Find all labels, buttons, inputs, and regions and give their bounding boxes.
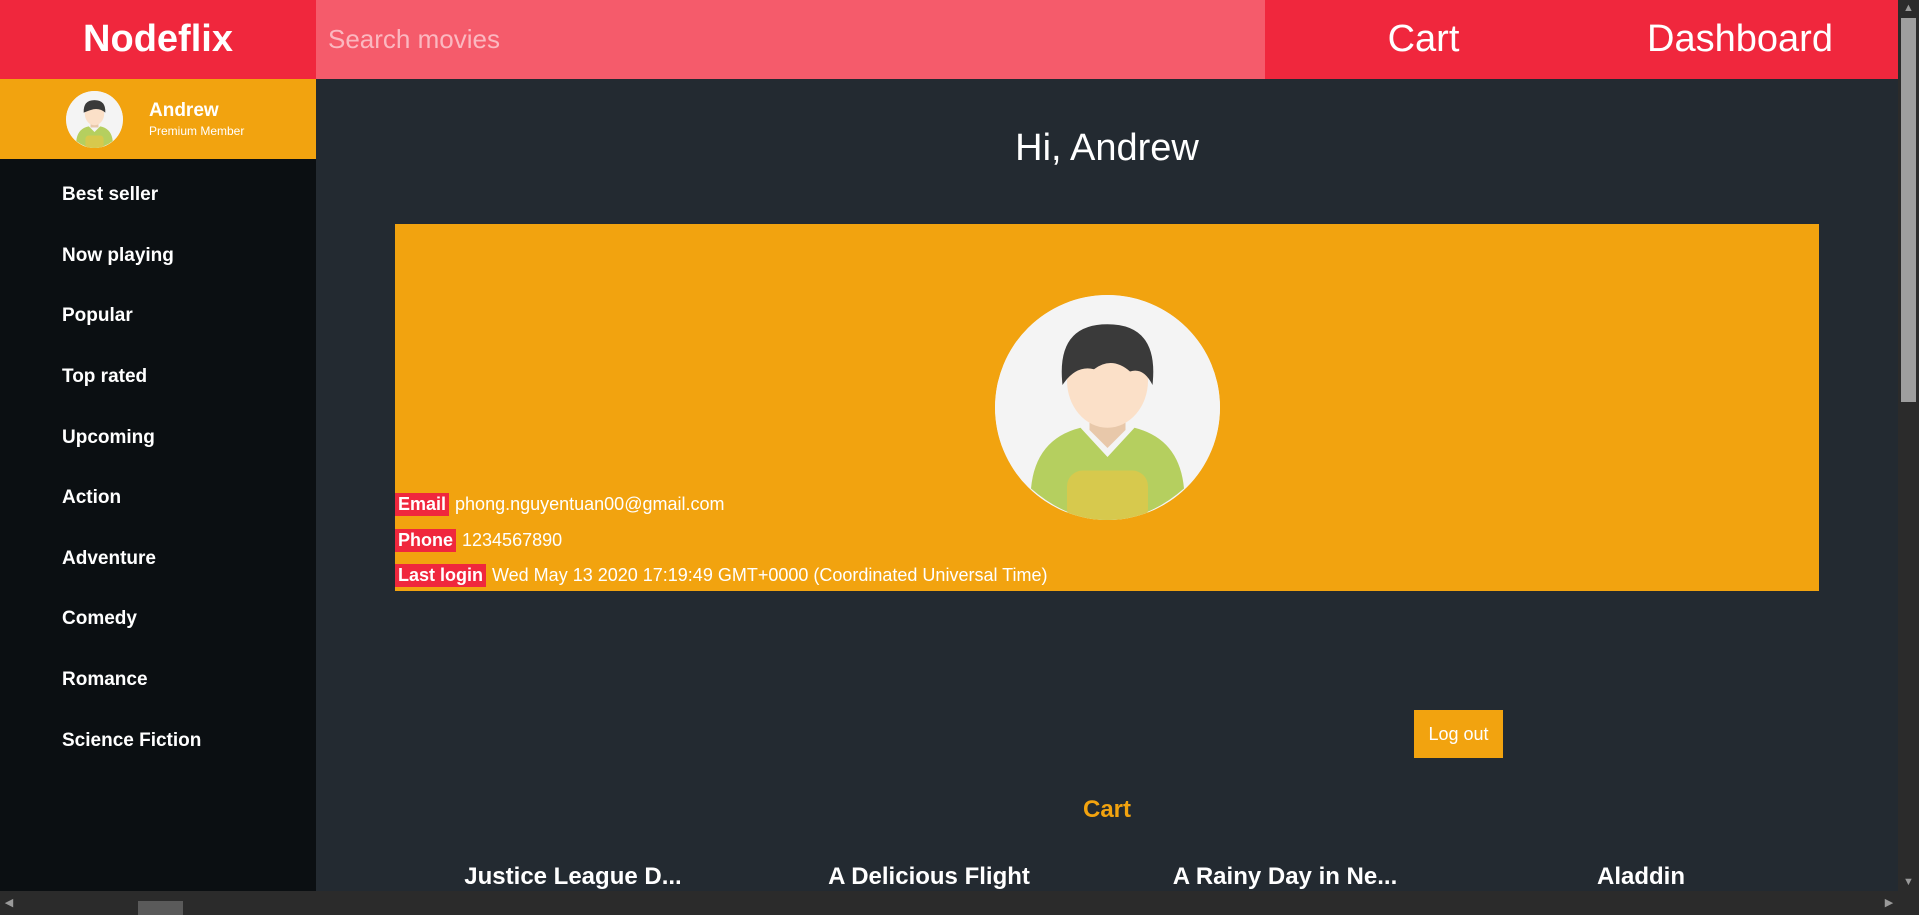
- sidebar-item-adventure[interactable]: Adventure: [0, 529, 316, 590]
- last-login-row: Last login Wed May 13 2020 17:19:49 GMT+…: [395, 564, 1047, 587]
- sidebar-item-action[interactable]: Action: [0, 468, 316, 529]
- brand-logo[interactable]: Nodeflix: [0, 0, 316, 79]
- scroll-down-icon[interactable]: ▼: [1898, 874, 1919, 891]
- search-input[interactable]: [328, 0, 1265, 79]
- vertical-scroll-thumb[interactable]: [1901, 18, 1916, 402]
- scroll-right-icon[interactable]: ▶: [1880, 891, 1898, 915]
- scroll-up-icon[interactable]: ▲: [1898, 0, 1919, 17]
- sidebar-item-science-fiction[interactable]: Science Fiction: [0, 710, 316, 771]
- sidebar: Andrew Premium Member Best seller Now pl…: [0, 79, 316, 891]
- sidebar-item-comedy[interactable]: Comedy: [0, 589, 316, 650]
- last-login-value: Wed May 13 2020 17:19:49 GMT+0000 (Coord…: [492, 565, 1048, 585]
- profile-avatar-icon: [994, 295, 1220, 520]
- sidebar-item-best-seller[interactable]: Best seller: [0, 165, 316, 226]
- user-avatar-icon: [66, 90, 123, 148]
- user-tier: Premium Member: [149, 124, 245, 138]
- phone-label: Phone: [395, 529, 457, 552]
- email-label: Email: [395, 493, 450, 516]
- horizontal-scrollbar[interactable]: ◀ ▶: [0, 891, 1898, 915]
- main-content: Hi, Andrew Email phong.nguyentuan00@gmai…: [316, 79, 1898, 891]
- page-title: Hi, Andrew: [1015, 127, 1199, 169]
- cart-item-title[interactable]: Aladdin: [1463, 863, 1819, 891]
- top-nav-bar: Nodeflix Cart Dashboard: [0, 0, 1898, 79]
- cart-item-title[interactable]: Justice League D...: [395, 863, 751, 891]
- search-box[interactable]: [316, 0, 1265, 79]
- genre-menu: Best seller Now playing Popular Top rate…: [0, 159, 316, 771]
- last-login-label: Last login: [395, 564, 486, 587]
- cart-items: Justice League D... A Delicious Flight A…: [395, 863, 1819, 891]
- user-name: Andrew: [149, 100, 219, 121]
- sidebar-item-upcoming[interactable]: Upcoming: [0, 407, 316, 468]
- phone-row: Phone 1234567890: [395, 529, 562, 552]
- scroll-left-icon[interactable]: ◀: [0, 891, 18, 915]
- cart-item-title[interactable]: A Delicious Flight: [751, 863, 1107, 891]
- horizontal-scroll-thumb[interactable]: [138, 901, 183, 915]
- nav-cart-link[interactable]: Cart: [1265, 0, 1582, 79]
- phone-value: 1234567890: [462, 530, 563, 550]
- sidebar-item-top-rated[interactable]: Top rated: [0, 347, 316, 408]
- email-value: phong.nguyentuan00@gmail.com: [455, 494, 725, 514]
- sidebar-item-now-playing[interactable]: Now playing: [0, 226, 316, 287]
- sidebar-item-popular[interactable]: Popular: [0, 286, 316, 347]
- scrollbar-corner: [1898, 891, 1919, 915]
- logout-button[interactable]: Log out: [1414, 710, 1503, 758]
- profile-banner: [395, 224, 1819, 591]
- nav-dashboard-link[interactable]: Dashboard: [1582, 0, 1898, 79]
- sidebar-item-romance[interactable]: Romance: [0, 650, 316, 711]
- user-card[interactable]: Andrew Premium Member: [0, 79, 316, 159]
- vertical-scrollbar[interactable]: ▲ ▼: [1898, 0, 1919, 891]
- email-row: Email phong.nguyentuan00@gmail.com: [395, 493, 725, 516]
- cart-heading: Cart: [1082, 796, 1131, 823]
- cart-item-title[interactable]: A Rainy Day in Ne...: [1107, 863, 1463, 891]
